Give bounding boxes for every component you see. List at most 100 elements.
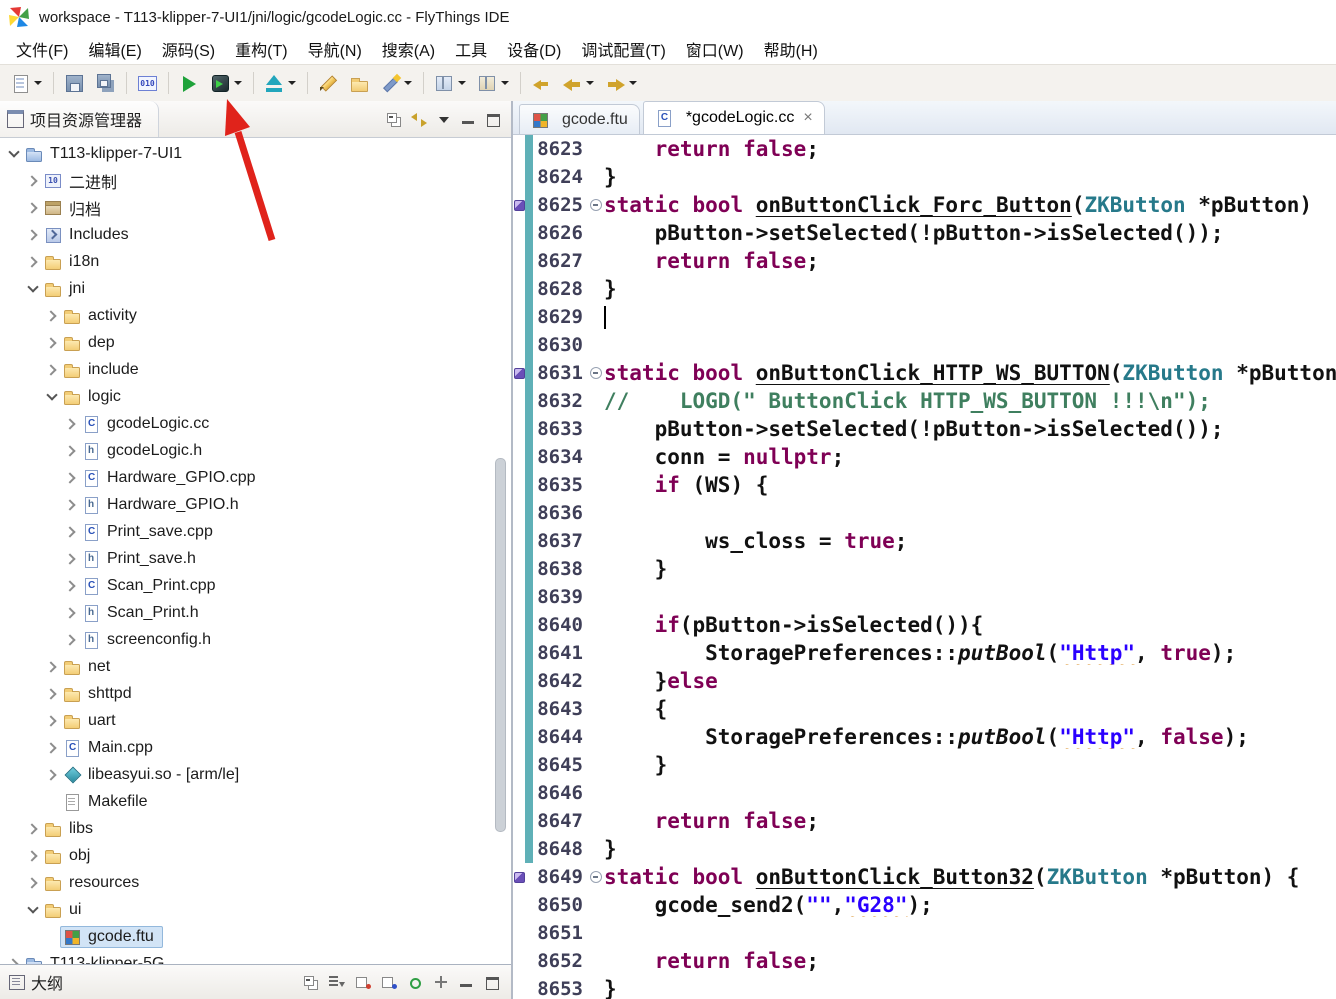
tree-item-t113-klipper-7-ui1[interactable]: T113-klipper-7-UI1 <box>0 140 511 167</box>
menu-item-t[interactable]: 调试配置(T) <box>571 34 675 64</box>
minimize-icon[interactable] <box>458 974 476 990</box>
menu-item-a[interactable]: 搜索(A) <box>372 34 445 64</box>
dropdown-arrow-icon[interactable] <box>586 81 594 85</box>
code-line[interactable]: 8645 } <box>513 751 1336 779</box>
tree-item-i18n[interactable]: i18n <box>0 248 511 275</box>
back-button[interactable] <box>559 69 598 97</box>
menu-item-f[interactable]: 文件(F) <box>6 34 78 64</box>
code-line[interactable]: 8643 { <box>513 695 1336 723</box>
dropdown-arrow-icon[interactable] <box>501 81 509 85</box>
code-line[interactable]: 8641 StoragePreferences::putBool("Http",… <box>513 639 1336 667</box>
hide-static-members-icon[interactable] <box>380 974 398 990</box>
tab-gcodelogic-cc[interactable]: *gcodeLogic.cc× <box>643 101 825 134</box>
code-line[interactable]: 8629 <box>513 303 1336 331</box>
code-line[interactable]: 8650 gcode_send2("","G28"); <box>513 891 1336 919</box>
tree-item-dep[interactable]: dep <box>0 329 511 356</box>
next-annotation-button[interactable] <box>431 69 470 97</box>
code-line[interactable]: 8638 } <box>513 555 1336 583</box>
maximize-icon[interactable] <box>484 974 502 990</box>
collapse-all-icon[interactable] <box>385 111 403 127</box>
menu-item-6[interactable]: 工具 <box>445 34 497 64</box>
expand-arrow-icon[interactable] <box>63 464 79 491</box>
code-line[interactable]: 8627 return false; <box>513 247 1336 275</box>
tree-item-libeasyui-so-arm-le[interactable]: libeasyui.so - [arm/le] <box>0 761 511 788</box>
hide-non-public-members-icon[interactable] <box>406 974 424 990</box>
code-line[interactable]: 8648} <box>513 835 1336 863</box>
tree-item-hardware-gpio-cpp[interactable]: Hardware_GPIO.cpp <box>0 464 511 491</box>
save-button[interactable] <box>61 69 88 97</box>
maximize-icon[interactable] <box>485 111 503 127</box>
tree-item-screenconfig-h[interactable]: screenconfig.h <box>0 626 511 653</box>
tree-item-gcodelogic-h[interactable]: gcodeLogic.h <box>0 437 511 464</box>
outline-panel-bar[interactable]: 大纲 <box>0 964 511 999</box>
project-explorer-tab[interactable]: 项目资源管理器 <box>0 101 159 137</box>
dropdown-arrow-icon[interactable] <box>34 81 42 85</box>
expand-arrow-icon[interactable] <box>44 653 60 680</box>
code-line[interactable]: 8624} <box>513 163 1336 191</box>
new-button[interactable] <box>7 69 46 97</box>
code-line[interactable]: 8628} <box>513 275 1336 303</box>
hide-fields-icon[interactable] <box>354 974 372 990</box>
code-line[interactable]: 8625static bool onButtonClick_Forc_Butto… <box>513 191 1336 219</box>
code-line[interactable]: 8633 pButton->setSelected(!pButton->isSe… <box>513 415 1336 443</box>
expand-arrow-icon[interactable] <box>63 572 79 599</box>
code-line[interactable]: 8626 pButton->setSelected(!pButton->isSe… <box>513 219 1336 247</box>
tree-item-1[interactable]: 二进制 <box>0 167 511 194</box>
expand-arrow-icon[interactable] <box>63 518 79 545</box>
tree-item-libs[interactable]: libs <box>0 815 511 842</box>
tree-item-include[interactable]: include <box>0 356 511 383</box>
debug-button[interactable] <box>207 69 246 97</box>
dropdown-arrow-icon[interactable] <box>404 81 412 85</box>
collapse-fold-icon[interactable] <box>590 199 602 211</box>
code-line[interactable]: 8636 <box>513 499 1336 527</box>
dropdown-arrow-icon[interactable] <box>629 81 637 85</box>
build-binary-button[interactable] <box>134 69 161 97</box>
code-line[interactable]: 8642 }else <box>513 667 1336 695</box>
sort-icon[interactable] <box>328 974 346 990</box>
tree-item-uart[interactable]: uart <box>0 707 511 734</box>
expand-arrow-icon[interactable] <box>25 815 41 842</box>
expand-arrow-icon[interactable] <box>44 329 60 356</box>
code-line[interactable]: 8623 return false; <box>513 135 1336 163</box>
prev-annotation-button[interactable] <box>474 69 513 97</box>
expand-arrow-icon[interactable] <box>6 950 22 964</box>
expand-arrow-icon[interactable] <box>63 410 79 437</box>
minimize-icon[interactable] <box>460 111 478 127</box>
expand-arrow-icon[interactable] <box>25 869 41 896</box>
menu-item-h[interactable]: 帮助(H) <box>754 34 828 64</box>
menu-item-n[interactable]: 导航(N) <box>298 34 372 64</box>
expand-arrow-icon[interactable] <box>25 842 41 869</box>
tree-item-net[interactable]: net <box>0 653 511 680</box>
tree-item-2[interactable]: 归档 <box>0 194 511 221</box>
expand-arrow-icon[interactable] <box>63 545 79 572</box>
expand-arrow-icon[interactable] <box>44 302 60 329</box>
menu-item-e[interactable]: 编辑(E) <box>78 34 151 64</box>
link-with-editor-icon[interactable] <box>432 974 450 990</box>
expand-arrow-icon[interactable] <box>25 194 41 221</box>
wizard-button[interactable] <box>377 69 416 97</box>
tree-item-resources[interactable]: resources <box>0 869 511 896</box>
expand-arrow-icon[interactable] <box>44 356 60 383</box>
collapse-fold-icon[interactable] <box>590 367 602 379</box>
expand-arrow-icon[interactable] <box>6 140 22 167</box>
code-line[interactable]: 8651 <box>513 919 1336 947</box>
dropdown-arrow-icon[interactable] <box>288 81 296 85</box>
expand-arrow-icon[interactable] <box>44 680 60 707</box>
menu-item-w[interactable]: 窗口(W) <box>676 34 754 64</box>
tree-item-scan-print-cpp[interactable]: Scan_Print.cpp <box>0 572 511 599</box>
tree-item-obj[interactable]: obj <box>0 842 511 869</box>
download-to-device-button[interactable] <box>261 69 300 97</box>
expand-arrow-icon[interactable] <box>44 734 60 761</box>
expand-arrow-icon[interactable] <box>44 707 60 734</box>
save-all-button[interactable] <box>92 69 119 97</box>
tree-item-activity[interactable]: activity <box>0 302 511 329</box>
dropdown-arrow-icon[interactable] <box>458 81 466 85</box>
tree-item-print-save-h[interactable]: Print_save.h <box>0 545 511 572</box>
code-line[interactable]: 8644 StoragePreferences::putBool("Http",… <box>513 723 1336 751</box>
expand-arrow-icon[interactable] <box>63 626 79 653</box>
tree-item-logic[interactable]: logic <box>0 383 511 410</box>
expand-arrow-icon[interactable] <box>25 221 41 248</box>
tree-item-gcode-ftu[interactable]: gcode.ftu <box>0 923 511 950</box>
view-menu-icon[interactable] <box>435 111 453 127</box>
tree-item-makefile[interactable]: Makefile <box>0 788 511 815</box>
